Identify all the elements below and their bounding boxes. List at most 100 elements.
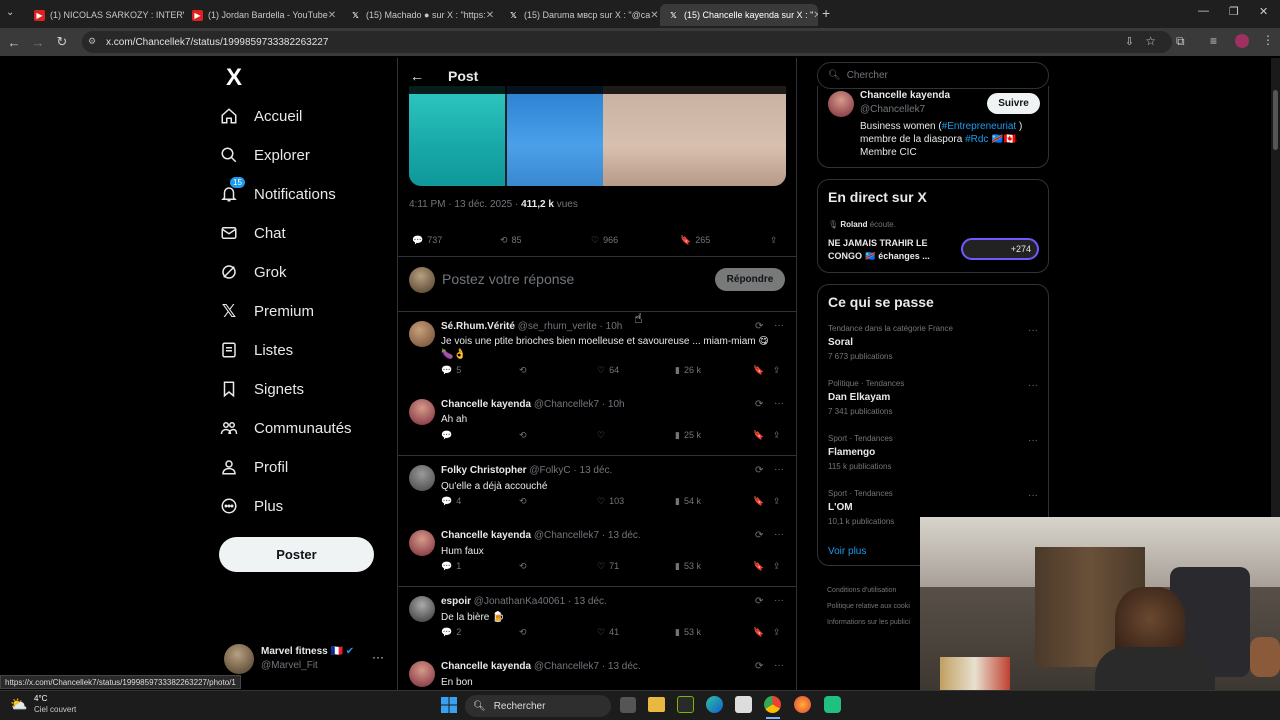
- more-icon[interactable]: ···: [774, 320, 784, 331]
- reply-author[interactable]: Chancelle kayenda @Chancellek7 · 10h: [441, 399, 625, 410]
- task-view-icon[interactable]: [620, 697, 636, 713]
- nav-bookmarks[interactable]: Signets: [218, 374, 304, 404]
- extensions-icon[interactable]: ⧉: [1176, 34, 1185, 49]
- close-icon[interactable]: ✕: [486, 10, 494, 21]
- nav-communities[interactable]: Communautés: [218, 413, 352, 443]
- more-icon[interactable]: ···: [774, 398, 784, 409]
- repost-icon[interactable]: ⟲: [519, 430, 527, 441]
- heart-icon[interactable]: ♡ 41: [597, 627, 619, 638]
- views-icon[interactable]: ▮ 54 k: [675, 496, 701, 507]
- nav-more[interactable]: Plus: [218, 491, 283, 521]
- reply-icon[interactable]: 💬 5: [441, 365, 461, 376]
- back-arrow-icon[interactable]: ←: [410, 68, 424, 84]
- reply-author[interactable]: Folky Christopher @FolkyC · 13 déc.: [441, 465, 612, 476]
- scrollbar-thumb[interactable]: [1273, 90, 1278, 150]
- more-icon[interactable]: ···: [372, 650, 384, 664]
- avatar[interactable]: [409, 596, 435, 622]
- hashtag-link[interactable]: #Entrepreneuriat: [942, 121, 1017, 132]
- post-image[interactable]: [409, 86, 786, 186]
- close-icon[interactable]: ✕: [813, 10, 818, 21]
- reply-icon[interactable]: 💬: [441, 430, 452, 441]
- grok-icon[interactable]: ⟳: [755, 321, 763, 332]
- reply-action[interactable]: 💬 737: [412, 235, 442, 246]
- account-switcher[interactable]: Marvel fitness 🇫🇷 ✔ @Marvel_Fit ···: [224, 644, 394, 674]
- more-icon[interactable]: ···: [774, 529, 784, 540]
- back-icon[interactable]: ←: [2, 35, 26, 50]
- profile-avatar[interactable]: [1235, 34, 1249, 48]
- heart-icon[interactable]: ♡ 71: [597, 561, 619, 572]
- repost-icon[interactable]: ⟲: [519, 496, 527, 507]
- tab-3[interactable]: 𝕏 (15) Machado ● sur X : "https: ✕: [342, 4, 500, 26]
- menu-icon[interactable]: ⋮: [1262, 33, 1274, 47]
- more-icon[interactable]: ···: [1028, 325, 1038, 336]
- site-info-icon[interactable]: ⚙: [88, 36, 96, 47]
- search-input[interactable]: 🔍︎ Chercher: [817, 62, 1049, 89]
- close-icon[interactable]: ✕: [650, 10, 658, 21]
- firefox-icon[interactable]: [794, 696, 811, 713]
- repost-icon[interactable]: ⟲: [519, 561, 527, 572]
- nav-notifications[interactable]: 15 Notifications: [218, 177, 336, 209]
- views-icon[interactable]: ▮ 53 k: [675, 627, 701, 638]
- repost-action[interactable]: ⟲ 85: [500, 235, 522, 246]
- store-icon[interactable]: [735, 696, 752, 713]
- share-icon[interactable]: ⇪: [773, 627, 781, 638]
- share-icon[interactable]: ⇪: [773, 496, 781, 507]
- reply-input[interactable]: Postez votre réponse: [442, 271, 574, 287]
- grok-icon[interactable]: ⟳: [755, 596, 763, 607]
- tab-4[interactable]: 𝕏 (15) Daruma мвср sur X : "@ca ✕: [500, 4, 658, 26]
- more-icon[interactable]: ···: [1028, 435, 1038, 446]
- views-icon[interactable]: ▮ 26 k: [675, 365, 701, 376]
- avatar[interactable]: [409, 530, 435, 556]
- reply-author[interactable]: espoir @JonathanKa40061 · 13 déc.: [441, 596, 607, 607]
- bookmark-icon[interactable]: 🔖: [753, 496, 764, 507]
- reload-icon[interactable]: ↻: [50, 34, 74, 50]
- views-icon[interactable]: ▮ 25 k: [675, 430, 701, 441]
- tab-5-active[interactable]: 𝕏 (15) Chancelle kayenda sur X : " ✕: [660, 4, 818, 26]
- tab-1[interactable]: ▶ (1) NICOLAS SARKOZY : INTERV ✕: [26, 4, 184, 26]
- reply-author[interactable]: Chancelle kayenda @Chancellek7 · 13 déc.: [441, 661, 641, 672]
- bookmark-icon[interactable]: 🔖: [753, 430, 764, 441]
- app-icon[interactable]: [824, 696, 841, 713]
- share-icon[interactable]: ⇪: [773, 561, 781, 572]
- chrome-icon[interactable]: [764, 696, 781, 713]
- close-icon[interactable]: ✕: [328, 10, 336, 21]
- edge-icon[interactable]: [706, 696, 723, 713]
- share-icon[interactable]: ⇪: [773, 430, 781, 441]
- windows-start-icon[interactable]: [441, 697, 457, 713]
- reply-button[interactable]: Répondre: [715, 268, 785, 291]
- taskbar-search[interactable]: 🔍︎ Rechercher: [465, 695, 611, 717]
- avatar[interactable]: [409, 399, 435, 425]
- share-icon[interactable]: ⇪: [770, 235, 778, 246]
- hashtag-link[interactable]: #Rdc: [965, 134, 988, 145]
- views-icon[interactable]: ▮ 53 k: [675, 561, 701, 572]
- profile-name[interactable]: Chancelle kayenda: [860, 90, 950, 101]
- heart-icon[interactable]: ♡: [597, 430, 605, 441]
- star-icon[interactable]: ☆: [1145, 34, 1156, 48]
- live-card[interactable]: En direct sur X 🎙 Roland écoute. NE JAMA…: [817, 179, 1049, 273]
- more-icon[interactable]: ···: [1028, 490, 1038, 501]
- repost-icon[interactable]: ⟲: [519, 365, 527, 376]
- grok-icon[interactable]: ⟳: [755, 530, 763, 541]
- nav-profile[interactable]: Profil: [218, 452, 288, 482]
- grok-icon[interactable]: ⟳: [755, 399, 763, 410]
- more-icon[interactable]: ···: [1028, 380, 1038, 391]
- avatar[interactable]: [409, 661, 435, 687]
- share-icon[interactable]: ⇪: [773, 365, 781, 376]
- trend-name[interactable]: Flamengo: [828, 447, 875, 458]
- nav-chat[interactable]: Chat: [218, 218, 286, 248]
- weather-icon[interactable]: ⛅: [10, 696, 30, 714]
- footer-link[interactable]: Conditions d'utilisation: [827, 583, 927, 599]
- tab-list-icon[interactable]: ⌄: [6, 7, 14, 18]
- nav-premium[interactable]: 𝕏 Premium: [218, 296, 314, 326]
- like-action[interactable]: ♡ 966: [591, 235, 618, 246]
- avatar[interactable]: [828, 91, 854, 117]
- reply-author[interactable]: Chancelle kayenda @Chancellek7 · 13 déc.: [441, 530, 641, 541]
- tab-2[interactable]: ▶ (1) Jordan Bardella - YouTube ✕: [184, 4, 342, 26]
- minimize-icon[interactable]: —: [1198, 5, 1209, 17]
- heart-icon[interactable]: ♡ 103: [597, 496, 624, 507]
- grok-icon[interactable]: ⟳: [755, 661, 763, 672]
- restore-icon[interactable]: ❐: [1229, 5, 1239, 18]
- grok-icon[interactable]: ⟳: [755, 465, 763, 476]
- reply-icon[interactable]: 💬 4: [441, 496, 461, 507]
- bookmark-icon[interactable]: 🔖: [753, 561, 764, 572]
